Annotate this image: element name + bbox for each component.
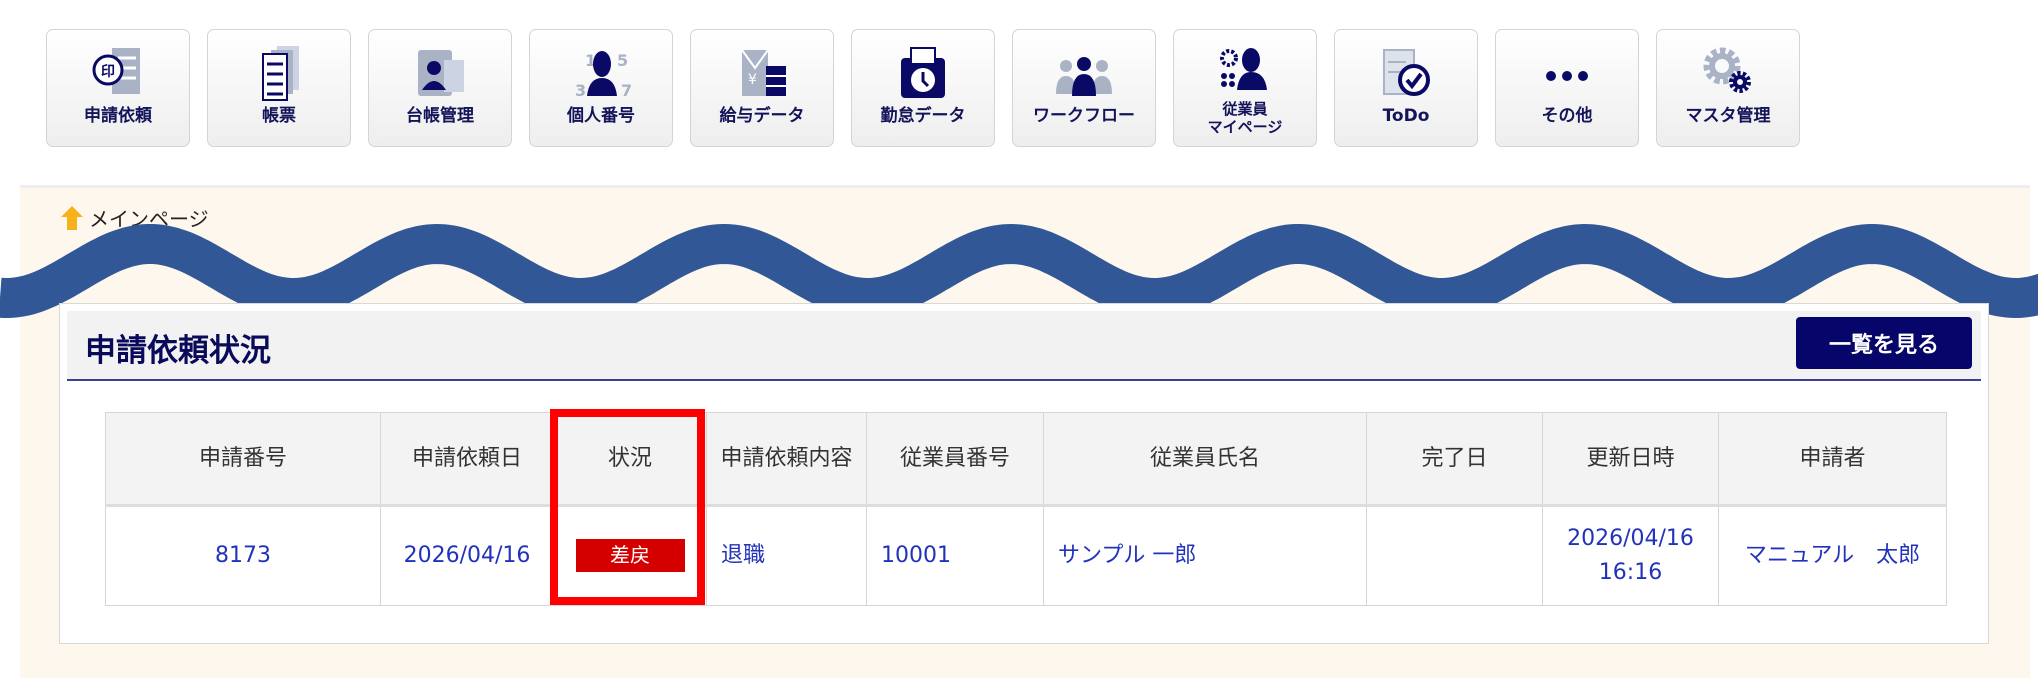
nav-button-label: 申請依頼 [84,106,152,126]
nav-button-6[interactable]: 勤怠データ [851,29,995,147]
panel-header: 申請依頼状況 一覧を見る [67,311,1981,381]
header-employee-name: 従業員氏名 [1043,412,1367,507]
stamp-document-icon: 印 [92,48,140,94]
panel-title: 申請依頼状況 [85,333,271,369]
view-list-button[interactable]: 一覧を見る [1796,317,1972,369]
request-date-link[interactable]: 2026/04/16 [404,543,531,568]
table-row: 8173 2026/04/16 差戻 退職 10001 サンプル 一郎 2026… [105,505,1947,606]
svg-text:印: 印 [101,63,115,80]
table-header-row: 申請番号 申請依頼日 状況 申請依頼内容 従業員番号 従業員氏名 完了日 更新日… [105,412,1947,507]
nav-button-label: ワークフロー [1033,106,1135,126]
nav-button-2[interactable]: 帳票 [207,29,351,147]
nav-button-10[interactable]: その他 [1495,29,1639,147]
nav-button-4[interactable]: 3 1 5 7 個人番号 [529,29,673,147]
header-employee-no: 従業員番号 [866,412,1044,507]
nav-button-3[interactable]: 台帳管理 [368,29,512,147]
header-completed-date: 完了日 [1366,412,1543,507]
employee-name-link[interactable]: サンプル 一郎 [1058,543,1196,568]
nav-button-label: 帳票 [262,106,296,126]
nav-button-label: 個人番号 [567,106,635,126]
header-applicant: 申請者 [1718,412,1947,507]
applicant-link[interactable]: マニュアル 太郎 [1745,543,1920,568]
nav-button-5[interactable]: ¥ 給与データ [690,29,834,147]
id-card-icon [418,50,464,96]
nav-button-11[interactable]: マスタ管理 [1656,29,1800,147]
content-link[interactable]: 退職 [721,543,765,568]
request-no-link[interactable]: 8173 [215,543,271,568]
svg-text:3: 3 [575,81,586,100]
header-updated: 更新日時 [1542,412,1719,507]
more-dots-icon [1546,71,1588,81]
employee-gear-icon [1220,48,1267,90]
nav-button-label: その他 [1541,106,1593,126]
status-highlight-box [550,409,705,605]
nav-button-label: 従業員 マイページ [1207,100,1283,136]
yen-envelope-icon: ¥ [741,49,786,96]
nav-button-label: 台帳管理 [406,106,474,126]
nav-button-7[interactable]: ワークフロー [1012,29,1156,147]
nav-button-label: ToDo [1382,106,1430,126]
todo-check-icon [1383,49,1430,96]
nav-button-1[interactable]: 印申請依頼 [46,29,190,147]
updated-datetime[interactable]: 2026/04/16 16:16 [1567,526,1694,585]
svg-text:5: 5 [617,51,628,70]
header-request-date: 申請依頼日 [380,412,554,507]
svg-text:7: 7 [621,81,632,100]
employee-no-link[interactable]: 10001 [881,543,951,568]
request-status-panel: 申請依頼状況 一覧を見る 申請番号 申請依頼日 状況 申請依頼内容 従業員番号 … [59,303,1989,644]
header-request-no: 申請番号 [105,412,381,507]
time-card-icon [901,47,945,98]
documents-icon [262,46,299,101]
nav-button-label: 給与データ [719,106,805,126]
gears-icon [1703,47,1751,93]
nav-button-label: マスタ管理 [1685,106,1771,126]
svg-text:¥: ¥ [748,72,757,88]
workflow-people-icon [1056,57,1112,96]
top-navigation: 印申請依頼 帳票 台帳管理 3 1 5 7 個人番号 ¥ 給与データ 勤怠データ ワークフロー 従業員 … [46,29,1800,147]
nav-button-label: 勤怠データ [880,106,966,126]
nav-button-8[interactable]: 従業員 マイページ [1173,29,1317,147]
header-content: 申請依頼内容 [706,412,867,507]
person-numbers-icon: 31 57 [575,51,632,100]
request-table: 申請番号 申請依頼日 状況 申請依頼内容 従業員番号 従業員氏名 完了日 更新日… [105,412,1947,606]
nav-button-9[interactable]: ToDo [1334,29,1478,147]
